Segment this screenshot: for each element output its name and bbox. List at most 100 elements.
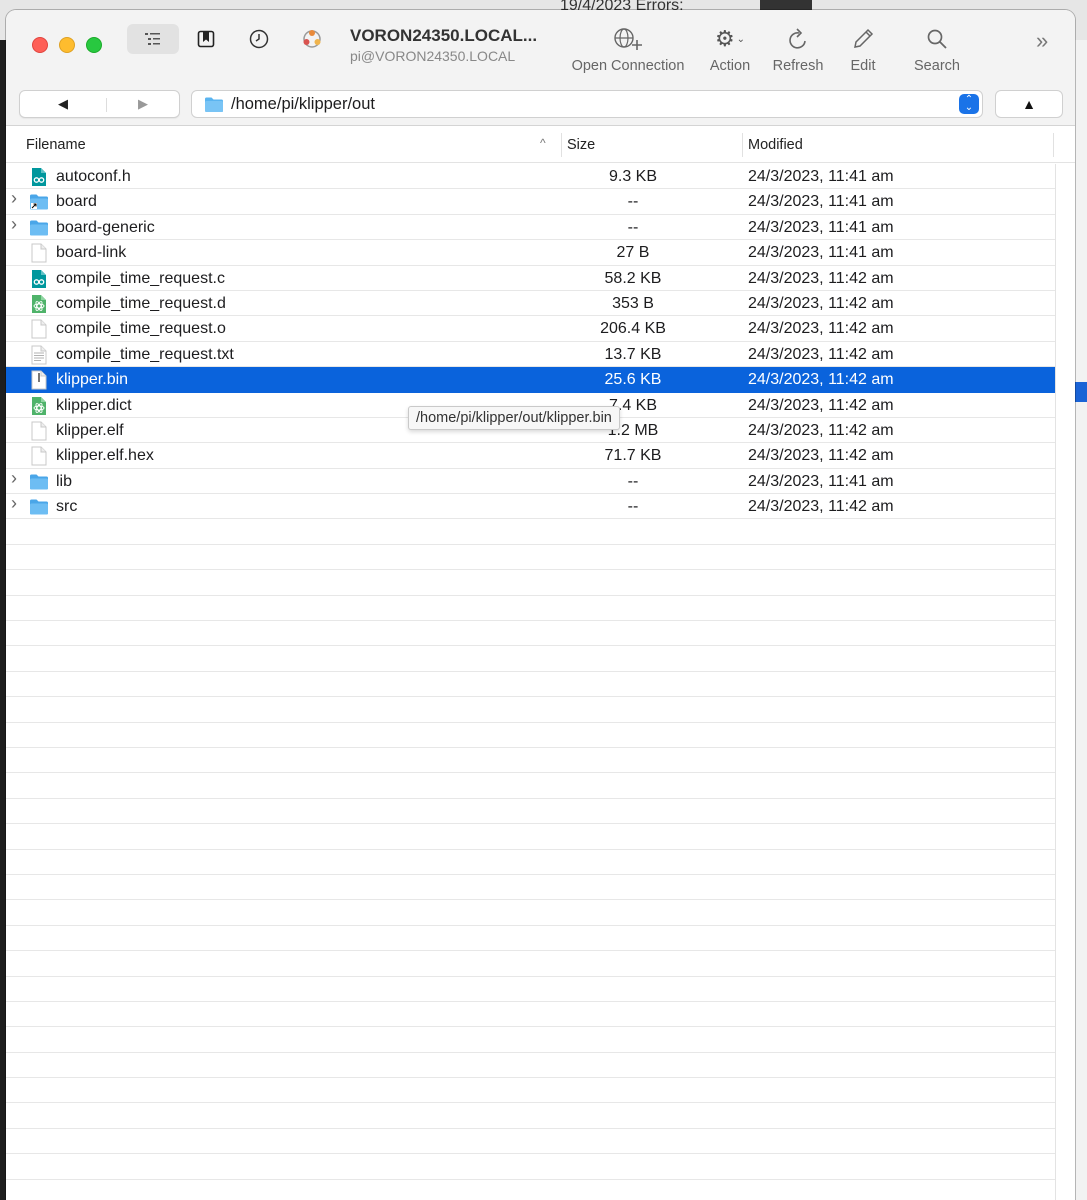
file-row[interactable]: compile_time_request.o 206.4 KB 24/3/2023,…	[6, 316, 1055, 342]
gear-icon: ⚙	[714, 26, 735, 51]
arduino-file-icon	[29, 269, 49, 289]
bookmarks-button[interactable]	[180, 24, 232, 54]
file-row[interactable]: › lib -- 24/3/2023, 11:41 am	[6, 468, 1055, 495]
file-name: autoconf.h	[56, 168, 131, 185]
refresh-label: Refresh	[772, 58, 824, 74]
file-name: board	[56, 193, 97, 211]
size-column-header[interactable]: Size	[567, 137, 595, 153]
column-divider[interactable]	[561, 133, 562, 157]
file-modified: 24/3/2023, 11:41 am	[748, 218, 894, 236]
file-row[interactable]: autoconf.h 9.3 KB 24/3/2023, 11:41 am	[6, 164, 1055, 190]
file-name: klipper.bin	[56, 371, 129, 389]
path-selector[interactable]: /home/pi/klipper/out ⌃ ⌄	[191, 90, 983, 118]
atom-file-icon	[29, 294, 49, 314]
action-button[interactable]: ⚙ ⌄ Action	[701, 24, 759, 74]
empty-row	[6, 977, 1055, 1002]
file-name: compile_time_request.txt	[56, 345, 234, 363]
connection-type-button[interactable]	[286, 24, 338, 54]
search-label: Search	[914, 58, 960, 74]
disclosure-chevron-icon[interactable]: ›	[11, 468, 17, 489]
edit-label: Edit	[850, 58, 876, 74]
empty-row	[6, 545, 1055, 571]
empty-row	[6, 519, 1055, 545]
maximize-window-button[interactable]	[86, 37, 102, 53]
filename-column-header[interactable]: Filename	[26, 137, 86, 153]
file-row[interactable]: › board -- 24/3/2023, 11:41 am	[6, 188, 1055, 215]
folder-icon	[29, 472, 49, 492]
outline-view-button[interactable]	[127, 24, 179, 54]
file-name: lib	[56, 472, 73, 490]
background-selection	[1075, 382, 1087, 402]
outline-icon	[145, 33, 160, 45]
empty-row	[6, 748, 1055, 774]
file-name: compile_time_request.d	[56, 294, 226, 312]
empty-row	[6, 1027, 1055, 1053]
file-row[interactable]: › board-generic -- 24/3/2023, 11:41 am	[6, 214, 1055, 241]
file-row[interactable]: compile_time_request.d 353 B 24/3/2023, 11…	[6, 291, 1055, 317]
file-row[interactable]: › src -- 24/3/2023, 11:42 am	[6, 493, 1055, 520]
file-size: --	[627, 498, 639, 516]
file-name: compile_time_request.o	[56, 320, 226, 338]
file-row[interactable]: klipper.elf.hex 71.7 KB 24/3/2023, 11:42 a…	[6, 443, 1055, 469]
empty-row	[6, 875, 1055, 901]
file-size: 206.4 KB	[600, 320, 666, 338]
file-size: 13.7 KB	[604, 345, 662, 363]
file-size: 71.7 KB	[604, 447, 662, 465]
file-row[interactable]: compile_time_request.txt 13.7 KB 24/3/2023…	[6, 342, 1055, 368]
history-button[interactable]	[233, 24, 285, 54]
file-name: klipper.dict	[56, 396, 132, 414]
file-row[interactable]: compile_time_request.c 58.2 KB 24/3/2023, …	[6, 266, 1055, 291]
disclosure-chevron-icon[interactable]: ›	[11, 214, 17, 235]
empty-row	[6, 1180, 1055, 1200]
empty-row	[6, 773, 1055, 799]
pencil-icon	[854, 28, 874, 48]
folder-icon	[29, 218, 49, 238]
parent-folder-button[interactable]: ▲	[995, 90, 1063, 118]
file-modified: 24/3/2023, 11:41 am	[748, 472, 894, 490]
file-name: klipper.elf.hex	[56, 447, 154, 465]
more-toolbar-icon[interactable]: »	[1036, 28, 1048, 54]
path-stepper-icon[interactable]: ⌃ ⌄	[959, 94, 979, 114]
globe-plus-icon	[614, 28, 642, 50]
toolbar: VORON24350.LOCAL... pi@VORON24350.LOCAL …	[6, 10, 1075, 126]
bookmark-icon	[197, 30, 215, 48]
file-row[interactable]: klipper.bin 25.6 KB 24/3/2023, 11:42 am	[6, 367, 1055, 393]
file-modified: 24/3/2023, 11:42 am	[748, 269, 894, 287]
file-modified: 24/3/2023, 11:42 am	[748, 345, 894, 363]
empty-row	[6, 850, 1055, 875]
disclosure-chevron-icon[interactable]: ›	[11, 493, 17, 514]
clock-icon	[249, 29, 269, 49]
empty-row	[6, 951, 1055, 977]
text-file-icon	[29, 345, 49, 365]
empty-row	[6, 570, 1055, 596]
blank-file-icon	[29, 319, 49, 339]
open-connection-button[interactable]: Open Connection	[567, 24, 689, 74]
refresh-button[interactable]: Refresh	[768, 24, 828, 74]
back-button[interactable]: ◀	[58, 96, 68, 112]
file-modified: 24/3/2023, 11:42 am	[748, 371, 894, 389]
empty-row	[6, 646, 1055, 672]
column-divider[interactable]	[1053, 133, 1054, 157]
minimize-window-button[interactable]	[59, 37, 75, 53]
disclosure-chevron-icon[interactable]: ›	[11, 188, 17, 209]
file-row[interactable]: board-link 27 B 24/3/2023, 11:41 am	[6, 240, 1055, 266]
file-size: --	[627, 472, 639, 490]
close-window-button[interactable]	[32, 37, 48, 53]
background-right-edge	[1075, 40, 1087, 1200]
file-modified: 24/3/2023, 11:42 am	[748, 396, 894, 414]
forward-button[interactable]: ▶	[138, 96, 148, 112]
edit-button[interactable]: Edit	[838, 24, 888, 74]
folder-icon	[29, 497, 49, 517]
file-name: board-link	[56, 244, 127, 262]
connection-title: VORON24350.LOCAL...	[350, 26, 538, 45]
modified-column-header[interactable]: Modified	[748, 137, 803, 153]
sftp-protocol-icon	[303, 30, 321, 48]
column-divider[interactable]	[742, 133, 743, 157]
list-border	[1055, 164, 1056, 1200]
search-button[interactable]: Search	[906, 24, 968, 74]
file-modified: 24/3/2023, 11:42 am	[748, 294, 894, 312]
file-size: 9.3 KB	[608, 168, 658, 185]
file-modified: 24/3/2023, 11:42 am	[748, 498, 894, 516]
sort-ascending-icon[interactable]: ^	[540, 136, 546, 150]
file-name: src	[56, 498, 78, 516]
